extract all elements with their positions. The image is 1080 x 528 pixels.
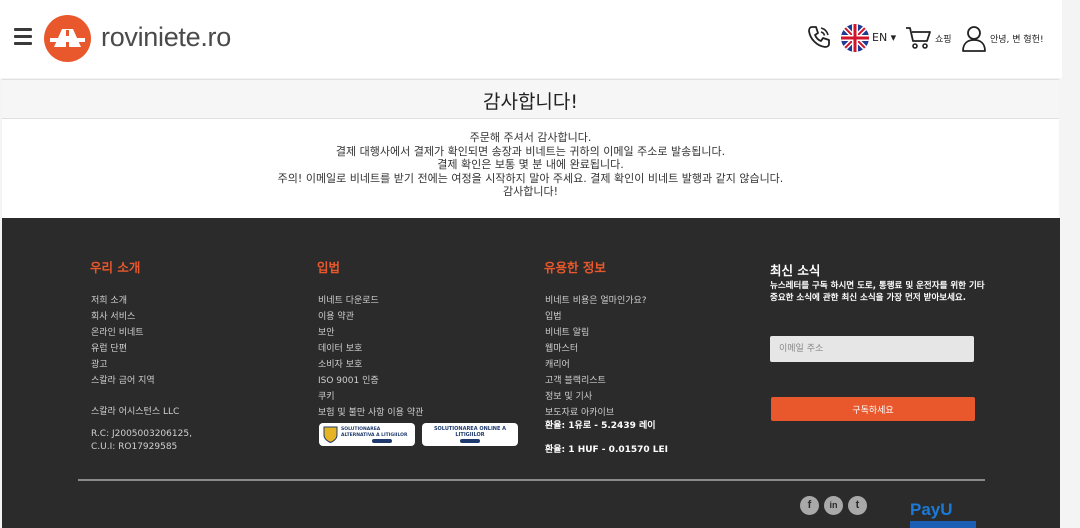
footer-info-title: 유용한 정보: [544, 260, 606, 275]
footer-link[interactable]: 이용 약관: [318, 309, 423, 325]
anpc-badge[interactable]: SOLUTIONAREA ALTERNATIVA A LITIGIILOR: [319, 423, 415, 446]
thank-you-message: 주문해 주셔서 감사합니다. 결제 대행사에서 결제가 확인되면 송장과 비네트…: [2, 119, 1059, 218]
cart-icon[interactable]: [904, 25, 932, 51]
company-registration: R.C: J2005003206125, C.U.I: RO17929585: [91, 428, 192, 454]
footer-link[interactable]: 데이터 보호: [318, 341, 423, 357]
footer-link[interactable]: 저희 소개: [91, 293, 155, 309]
footer-link[interactable]: 캐리어: [545, 357, 647, 373]
footer-link[interactable]: 비네트 다운로드: [318, 293, 423, 309]
language-selector[interactable]: EN ▾: [872, 31, 896, 44]
footer-info-links: 비네트 비용은 얼마인가요? 입법 비네트 알림 웹마스터 캐리어 고객 블랙리…: [545, 293, 647, 421]
online-dispute-badge[interactable]: SOLUTIONAREA ONLINE A LITIGIILOR: [422, 423, 518, 446]
facebook-icon[interactable]: f: [800, 496, 819, 515]
menu-icon[interactable]: [14, 28, 32, 45]
exchange-rate-eur: 환율: 1유로 - 5.2439 레이: [545, 421, 656, 431]
site-header: roviniete.ro EN ▾ 쇼핑 안녕, 변 형헌!: [0, 0, 1062, 78]
footer-link[interactable]: 고객 블랙리스트: [545, 373, 647, 389]
page: roviniete.ro EN ▾ 쇼핑 안녕, 변 형헌! 감사합니다! 주문…: [0, 0, 1080, 528]
user-icon[interactable]: [961, 24, 987, 52]
logo-text[interactable]: roviniete.ro: [101, 22, 231, 53]
message-line: 감사합니다!: [502, 185, 558, 198]
message-line: 결제 대행사에서 결제가 확인되면 송장과 비네트는 귀하의 이메일 주소로 발…: [335, 144, 726, 158]
footer-divider: [78, 479, 985, 481]
company-reg-line: R.C: J2005003206125,: [91, 429, 192, 439]
footer-about-title: 우리 소개: [90, 260, 141, 275]
site-footer: 우리 소개 저희 소개 회사 서비스 온라인 비네트 유럽 단편 광고 스칼라 …: [2, 218, 1060, 528]
footer-link[interactable]: 온라인 비네트: [91, 325, 155, 341]
footer-link[interactable]: 회사 서비스: [91, 309, 155, 325]
footer-link[interactable]: 보안: [318, 325, 423, 341]
newsletter-email-input[interactable]: [770, 336, 974, 362]
footer-link[interactable]: 비네트 비용은 얼마인가요?: [545, 293, 647, 309]
footer-link[interactable]: 소비자 보호: [318, 357, 423, 373]
exchange-rate-huf: 환율: 1 HUF - 0.01570 LEI: [545, 445, 669, 455]
badge-pill: [372, 439, 392, 443]
footer-link[interactable]: 보험 및 불만 사항 이용 약관: [318, 405, 423, 421]
thank-you-header: 감사합니다!: [2, 79, 1059, 119]
payment-logo-bar: [910, 521, 976, 528]
footer-link[interactable]: 유럽 단편: [91, 341, 155, 357]
footer-about-links: 저희 소개 회사 서비스 온라인 비네트 유럽 단편 광고 스칼라 금어 지역: [91, 293, 155, 389]
footer-link[interactable]: 광고: [91, 357, 155, 373]
badge-pill: [460, 439, 480, 443]
anpc-crest-icon: [323, 426, 338, 443]
footer-link[interactable]: 비네트 알림: [545, 325, 647, 341]
footer-legal-title: 입법: [317, 260, 341, 275]
twitter-icon[interactable]: t: [848, 496, 867, 515]
user-greeting[interactable]: 안녕, 변 형헌!: [990, 32, 1044, 45]
newsletter-title: 최신 소식: [770, 263, 821, 278]
cart-label[interactable]: 쇼핑: [935, 32, 952, 45]
company-name: 스칼라 어시스턴스 LLC: [91, 407, 180, 417]
linkedin-icon[interactable]: in: [824, 496, 843, 515]
subscribe-button[interactable]: 구독하세요: [771, 397, 975, 421]
message-line: 주의! 이메일로 비네트를 받기 전에는 여정을 시작하지 말아 주세요. 결제…: [277, 171, 784, 185]
footer-link[interactable]: ISO 9001 인증: [318, 373, 423, 389]
footer-legal-links: 비네트 다운로드 이용 약관 보안 데이터 보호 소비자 보호 ISO 9001…: [318, 293, 423, 421]
footer-link[interactable]: 웹마스터: [545, 341, 647, 357]
logo-icon[interactable]: [44, 15, 91, 62]
footer-link[interactable]: 스칼라 금어 지역: [91, 373, 155, 389]
page-title: 감사합니다!: [482, 91, 579, 113]
newsletter-subtitle: 뉴스레터를 구독 하시면 도로, 통행료 및 운전자를 위한 기타 중요한 소식…: [770, 281, 985, 303]
footer-link[interactable]: 정보 및 기사: [545, 389, 647, 405]
payu-logo: PayU: [910, 500, 953, 519]
badge-text: SOLUTIONAREA ONLINE A LITIGIILOR: [433, 426, 507, 438]
footer-link[interactable]: 입법: [545, 309, 647, 325]
uk-flag-icon[interactable]: [841, 24, 869, 52]
message-line: 주문해 주셔서 감사합니다.: [469, 131, 592, 144]
message-lines: 주문해 주셔서 감사합니다. 결제 대행사에서 결제가 확인되면 송장과 비네트…: [2, 131, 1059, 199]
footer-link[interactable]: 쿠키: [318, 389, 423, 405]
phone-icon[interactable]: [806, 24, 832, 50]
company-reg-line: C.U.I: RO17929585: [91, 442, 178, 452]
badge-text: SOLUTIONAREA ALTERNATIVA A LITIGIILOR: [341, 427, 408, 438]
message-line: 결제 확인은 보통 몇 분 내에 완료됩니다.: [437, 158, 624, 171]
